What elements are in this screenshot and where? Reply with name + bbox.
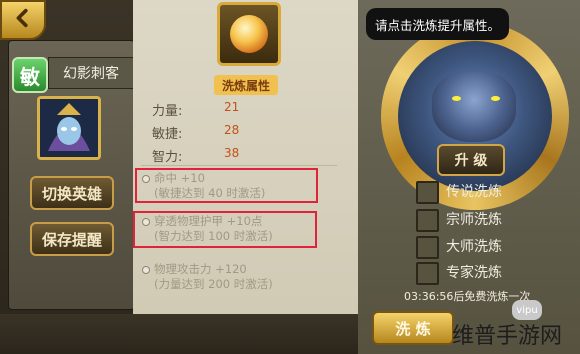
stat-agility: 敏捷: 28: [152, 123, 239, 142]
hero-name: 幻影刺客: [48, 57, 134, 89]
checkbox[interactable]: [416, 262, 439, 285]
stat-value: 28: [224, 123, 240, 137]
bullet-icon: [142, 266, 150, 274]
checkbox[interactable]: [416, 236, 439, 259]
stat-label: 智力:: [152, 150, 183, 165]
beast-eye: [491, 96, 500, 101]
refine-option-label: 宗师洗炼: [446, 212, 502, 228]
beast-eye: [452, 96, 461, 101]
switch-hero-button[interactable]: 切换英雄: [30, 176, 114, 210]
bonus-physical-attack: 物理攻击力 +120 (力量达到 200 时激活): [140, 262, 335, 292]
watermark-logo: vipu: [512, 300, 542, 320]
stat-label: 力量:: [152, 104, 183, 119]
stat-strength: 力量: 21: [152, 100, 239, 119]
watermark: 维普手游网: [452, 324, 563, 349]
refine-attributes-title: 洗炼属性: [214, 75, 278, 95]
refine-option-label: 专家洗炼: [446, 265, 502, 281]
item-slot[interactable]: [217, 2, 281, 66]
gem-icon: [230, 15, 268, 53]
stat-label: 敏捷:: [152, 127, 183, 142]
checkbox[interactable]: [416, 209, 439, 232]
hero-portrait[interactable]: [37, 96, 101, 160]
checkbox[interactable]: [416, 181, 439, 204]
stat-value: 38: [224, 146, 240, 160]
stat-intelligence: 智力: 38: [152, 146, 239, 165]
back-arrow-icon: [12, 7, 34, 33]
refine-option-label: 大师洗炼: [446, 239, 502, 255]
beast-image: [432, 72, 516, 142]
agility-attribute-badge: 敏: [12, 57, 48, 93]
refine-button[interactable]: 洗 炼: [372, 311, 454, 345]
stat-value: 21: [224, 100, 240, 114]
highlight-box: [135, 168, 318, 203]
upgrade-button[interactable]: 升 级: [437, 144, 505, 176]
back-button[interactable]: [0, 0, 46, 40]
highlight-box: [133, 211, 317, 248]
bonus-name: 物理攻击力 +120: [154, 262, 247, 276]
divider: [141, 165, 337, 166]
save-reminder-button[interactable]: 保存提醒: [30, 222, 114, 256]
free-refine-timer: 03:36:56后免费洗炼一次: [404, 290, 531, 303]
refine-option-label: 传说洗炼: [446, 184, 502, 200]
tooltip: 请点击洗炼提升属性。: [366, 8, 509, 40]
bonus-requirement: (力量达到 200 时激活): [154, 277, 273, 291]
